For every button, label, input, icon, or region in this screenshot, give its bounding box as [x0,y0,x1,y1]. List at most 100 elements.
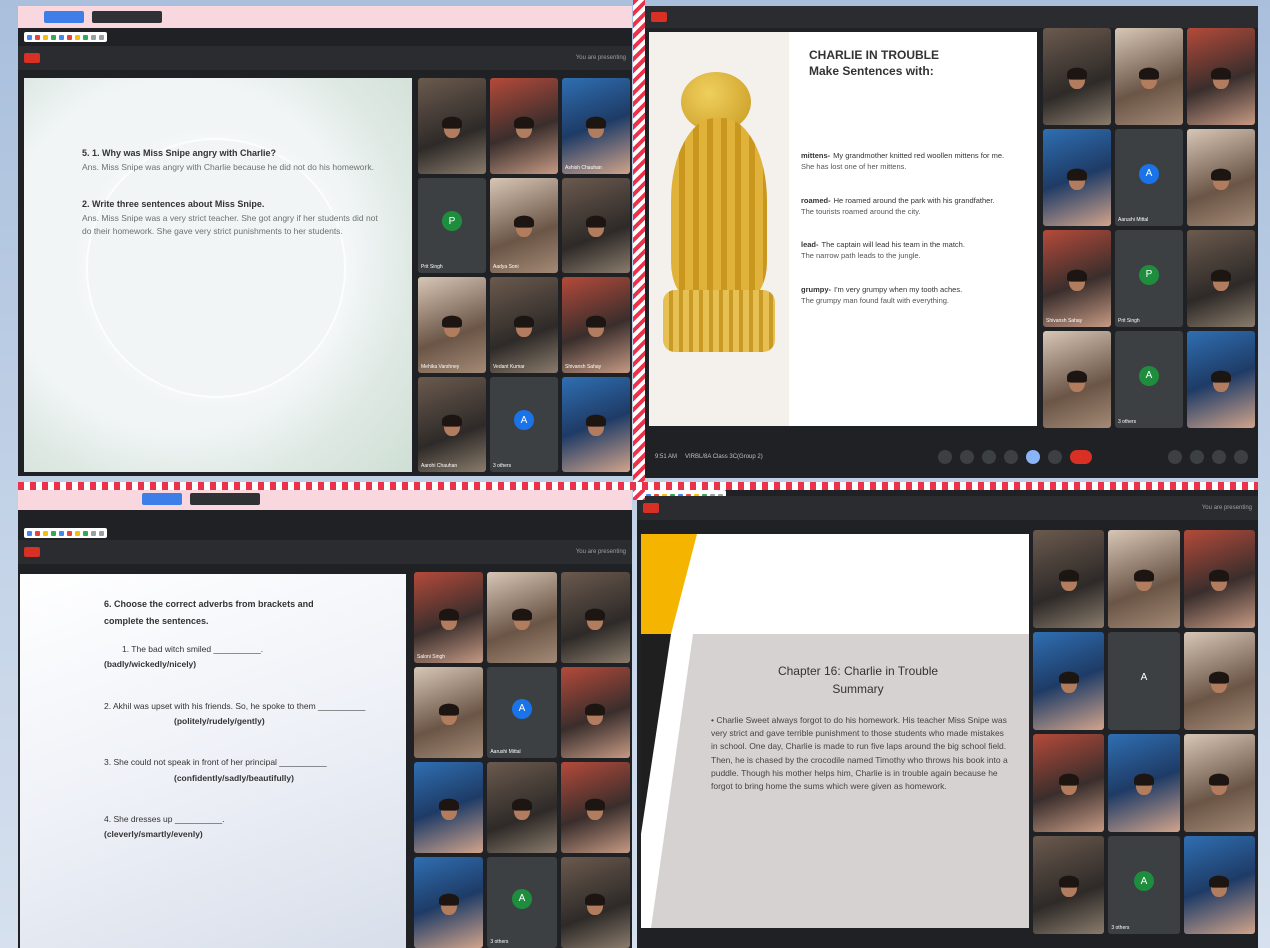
participant-tile[interactable]: Shivansh Sahay [562,277,630,373]
participant-tile[interactable]: A 3 others [487,857,557,948]
chat-button[interactable] [1212,450,1226,464]
participant-avatar: A [1139,365,1159,386]
record-icon [643,503,659,513]
banner-stop-button[interactable] [92,11,162,23]
participant-grid: Ashish Chauhan P Prit Singh Aadya Soni Mehik… [418,78,630,472]
participant-video [442,414,462,427]
participant-name: Mehika Varshney [421,363,460,370]
participant-tile[interactable]: Aadya Soni [490,177,558,273]
activities-button[interactable] [1234,450,1248,464]
participant-tile[interactable]: Aarohi Chauhan [418,376,486,472]
participant-video [586,414,606,427]
banner-button[interactable] [142,493,182,505]
raise-hand-button[interactable] [1004,450,1018,464]
participant-video [1058,671,1079,684]
captions-button[interactable] [982,450,996,464]
exercise-sentence: 1. The bad witch smiled __________. [122,644,264,655]
participant-tile[interactable]: A Aarushi Mittal [487,667,557,758]
record-icon [24,547,40,557]
participant-video [1067,67,1087,80]
participant-tile[interactable]: P Prit Singh [418,177,486,273]
participant-tile[interactable] [1183,836,1255,934]
meet-header: You are presenting [18,46,632,70]
participant-tile[interactable] [1187,230,1255,327]
participant-tile[interactable]: A 3 others [1108,836,1180,934]
participant-video [442,315,462,328]
participant-avatar: A [511,888,532,909]
participant-tile[interactable]: Saloni Singh [414,572,484,663]
participant-video [511,608,532,621]
participant-tile[interactable] [1108,734,1180,832]
participant-name: 3 others [1111,925,1130,931]
participant-tile[interactable] [490,78,558,174]
presentation-slide: 6. Choose the correct adverbs from brack… [20,574,406,948]
presenting-label: You are presenting [575,549,626,555]
participant-tile[interactable] [562,177,630,273]
participant-tile[interactable] [1187,28,1255,125]
participant-tile[interactable] [562,376,630,472]
people-button[interactable] [1190,450,1204,464]
participant-video [511,798,532,811]
participant-tile[interactable] [560,762,630,853]
participant-tile[interactable]: A 3 others [490,376,558,472]
participant-video [514,116,534,129]
participant-tile[interactable] [1183,530,1255,628]
vocab-entry: grumpy- I'm very grumpy when my tooth ach… [801,284,1029,307]
exercise-options: (confidently/sadly/beautifully) [174,772,294,783]
participant-avatar: A [511,698,532,719]
banner-button[interactable] [44,11,84,23]
participant-tile[interactable] [560,572,630,663]
camera-button[interactable] [960,450,974,464]
participant-tile[interactable]: Vedant Kumar [490,277,558,373]
participant-tile[interactable] [1183,734,1255,832]
meet-controls: 9:51 AM VIRBL/8A Class 3C(Group 2) [645,442,1258,472]
participant-tile[interactable] [1033,734,1105,832]
participant-tile[interactable] [560,667,630,758]
participant-tile[interactable] [414,857,484,948]
participant-tile[interactable] [414,762,484,853]
participant-video [442,116,462,129]
participant-video [586,116,606,129]
participant-tile[interactable]: Mehika Varshney [418,277,486,373]
participant-tile[interactable] [1187,129,1255,226]
banner-stop-button[interactable] [190,493,260,505]
exercise-item: 4. She dresses up __________. (cleverly/s… [104,812,394,843]
participant-tile[interactable]: P Prit Singh [1115,230,1183,327]
participant-video [1211,168,1231,181]
participant-tile[interactable] [1043,331,1111,428]
vocab-word: roamed- [801,195,831,205]
participant-tile[interactable] [1033,836,1105,934]
summary-text: • Charlie Sweet always forgot to do his … [711,715,1008,791]
participant-name: 3 others [490,939,509,945]
participant-tile[interactable]: A 3 others [1115,331,1183,428]
participant-tile[interactable] [487,762,557,853]
annotation-toolbar[interactable] [24,32,107,42]
participant-tile[interactable] [560,857,630,948]
participant-tile[interactable] [1033,632,1105,730]
participant-tile[interactable]: A Aarushi Mittal [1115,129,1183,226]
participant-video [586,215,606,228]
participant-tile[interactable] [1033,530,1105,628]
info-button[interactable] [1168,450,1182,464]
participant-tile[interactable]: Ashish Chauhan [562,78,630,174]
vocab-sentence-2: She has lost one of her mittens. [801,162,907,172]
mic-button[interactable] [938,450,952,464]
participant-tile[interactable] [1115,28,1183,125]
participant-tile[interactable]: A [1108,632,1180,730]
participant-tile[interactable] [1043,129,1111,226]
leave-call-button[interactable] [1070,450,1092,464]
participant-name: Ashish Chauhan [565,164,602,171]
participant-tile[interactable] [487,572,557,663]
vocab-sentence-2: The tourists roamed around the city. [801,206,921,216]
participant-tile[interactable] [1183,632,1255,730]
participant-tile[interactable] [1043,28,1111,125]
present-button[interactable] [1026,450,1040,464]
annotation-toolbar[interactable] [24,528,107,538]
participant-tile[interactable] [414,667,484,758]
participant-tile[interactable] [1187,331,1255,428]
vocab-sentence-1: He roamed around the park with his grand… [833,195,995,205]
participant-tile[interactable]: Shivansh Sahay [1043,230,1111,327]
participant-tile[interactable] [1108,530,1180,628]
more-button[interactable] [1048,450,1062,464]
participant-tile[interactable] [418,78,486,174]
